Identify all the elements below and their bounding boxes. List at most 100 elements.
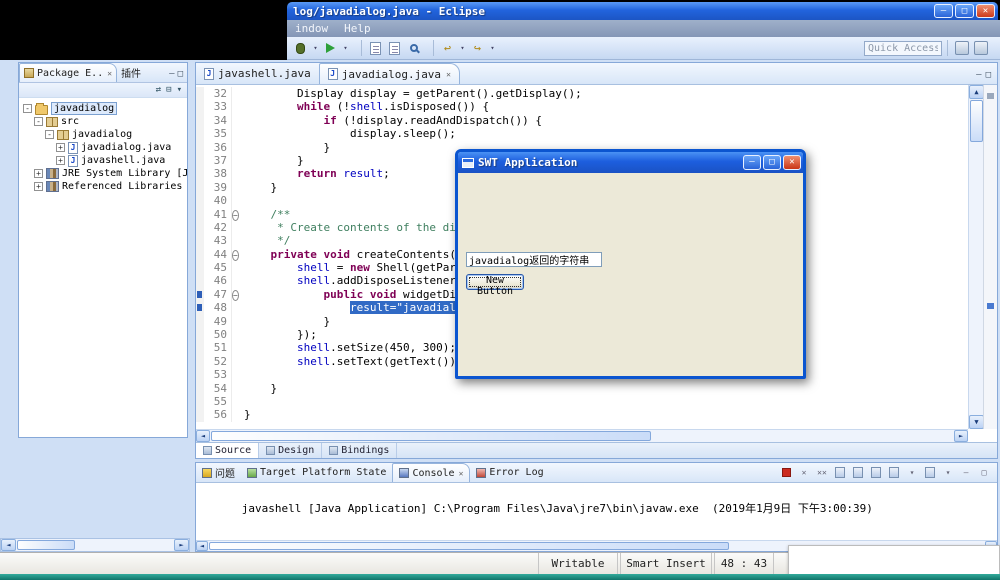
search-icon[interactable] xyxy=(405,40,422,57)
code-line-33[interactable]: 33 while (!shell.isDisposed()) { xyxy=(196,100,968,113)
swt-minimize-button[interactable]: — xyxy=(743,155,761,170)
scroll-left-icon[interactable]: ◄ xyxy=(1,539,16,551)
tab-source[interactable]: Source xyxy=(196,443,259,458)
window-maximize-button[interactable]: □ xyxy=(955,4,974,18)
scroll-right-icon[interactable]: ► xyxy=(174,539,189,551)
swt-maximize-button[interactable]: □ xyxy=(763,155,781,170)
code-line-35[interactable]: 35 display.sleep(); xyxy=(196,127,968,140)
overview-marker[interactable] xyxy=(987,303,994,309)
window-close-button[interactable]: ✕ xyxy=(976,4,995,18)
tab-error-log[interactable]: Error Log xyxy=(470,463,549,482)
open-console-icon[interactable] xyxy=(923,466,937,479)
remove-launch-icon[interactable]: ✕ xyxy=(797,466,811,479)
minimize-editor-icon[interactable]: — xyxy=(976,70,981,80)
swt-close-button[interactable]: ✕ xyxy=(783,155,801,170)
maximize-view-icon[interactable]: □ xyxy=(178,69,183,79)
close-icon[interactable]: ✕ xyxy=(107,69,112,78)
scrollbar-thumb[interactable] xyxy=(970,100,983,142)
scrollbar-thumb[interactable] xyxy=(17,540,75,550)
close-icon[interactable]: ✕ xyxy=(446,70,451,79)
tab-plugin[interactable]: 插件 xyxy=(117,63,145,82)
maximize-view-icon[interactable]: □ xyxy=(977,466,991,479)
clear-console-icon[interactable] xyxy=(833,466,847,479)
word-wrap-icon[interactable] xyxy=(869,466,883,479)
window-titlebar[interactable]: log/javadialog.java - Eclipse — □ ✕ xyxy=(287,2,998,20)
code-line-54[interactable]: 54 } xyxy=(196,382,968,395)
expand-toggle[interactable]: + xyxy=(56,143,65,152)
tree-item-javashell-java[interactable]: + javashell.java xyxy=(19,154,187,167)
code-line-32[interactable]: 32 Display display = getParent().getDisp… xyxy=(196,87,968,100)
tree-item-javadialog-java[interactable]: + javadialog.java xyxy=(19,141,187,154)
scrollbar-thumb[interactable] xyxy=(211,431,651,441)
window-minimize-button[interactable]: — xyxy=(934,4,953,18)
close-icon[interactable]: ✕ xyxy=(459,469,464,478)
scroll-left-icon[interactable]: ◄ xyxy=(196,541,208,551)
forward-icon[interactable]: ↪ xyxy=(469,40,486,57)
tree-item-javadialog-package[interactable]: - javadialog xyxy=(19,128,187,141)
tab-problems[interactable]: 问题 xyxy=(196,463,241,482)
maximize-editor-icon[interactable]: □ xyxy=(986,70,991,80)
back-icon[interactable]: ↩ xyxy=(439,40,456,57)
editor-horizontal-scrollbar[interactable]: ◄ ► xyxy=(196,429,968,442)
scroll-up-icon[interactable]: ▲ xyxy=(969,85,984,99)
minimize-view-icon[interactable]: — xyxy=(169,69,174,79)
new-button[interactable]: New Button xyxy=(466,274,524,290)
tab-console[interactable]: Console ✕ xyxy=(392,463,470,482)
expand-toggle[interactable]: - xyxy=(23,104,32,113)
scroll-right-icon[interactable]: ► xyxy=(954,430,968,442)
tree-item-src[interactable]: - src xyxy=(19,115,187,128)
open-perspective-icon[interactable] xyxy=(953,40,970,57)
expand-toggle[interactable]: + xyxy=(34,169,43,178)
tree-item-referenced-libraries[interactable]: + Referenced Libraries xyxy=(19,180,187,193)
tab-package-explorer[interactable]: Package E.. ✕ xyxy=(19,63,117,82)
minimize-view-icon[interactable]: — xyxy=(959,466,973,479)
swt-titlebar[interactable]: SWT Application — □ ✕ xyxy=(458,152,803,173)
debug-dropdown-icon[interactable]: ▾ xyxy=(311,40,320,57)
run-dropdown-icon[interactable]: ▾ xyxy=(341,40,350,57)
code-line-56[interactable]: 56} xyxy=(196,408,968,421)
terminate-icon[interactable] xyxy=(779,466,793,479)
debug-icon[interactable] xyxy=(292,40,309,57)
forward-dropdown-icon[interactable]: ▾ xyxy=(488,40,497,57)
new-class-icon[interactable] xyxy=(367,40,384,57)
menu-help[interactable]: Help xyxy=(344,22,371,35)
editor-tab-javadialog[interactable]: javadialog.java ✕ xyxy=(319,63,460,84)
back-dropdown-icon[interactable]: ▾ xyxy=(458,40,467,57)
menu-window[interactable]: indow xyxy=(295,22,328,35)
result-text-field[interactable] xyxy=(466,252,602,267)
expand-toggle[interactable]: + xyxy=(34,182,43,191)
expand-toggle[interactable]: + xyxy=(56,156,65,165)
tree-item-jre-system-library[interactable]: + JRE System Library [JavaSE-1. xyxy=(19,167,187,180)
display-selected-console-icon[interactable]: ▾ xyxy=(905,466,919,479)
link-with-editor-icon[interactable]: ⇄ xyxy=(156,85,161,95)
tab-bindings[interactable]: Bindings xyxy=(322,443,397,458)
scroll-left-icon[interactable]: ◄ xyxy=(196,430,210,442)
scrollbar-thumb[interactable] xyxy=(209,542,729,550)
code-line-34[interactable]: 34 if (!display.readAndDispatch()) { xyxy=(196,114,968,127)
console-output[interactable]: javashell [Java Application] C:\Program … xyxy=(196,483,997,540)
tab-design[interactable]: Design xyxy=(259,443,322,458)
pin-console-icon[interactable] xyxy=(887,466,901,479)
open-type-icon[interactable] xyxy=(386,40,403,57)
editor-vertical-scrollbar[interactable]: ▲ ▼ xyxy=(968,85,983,429)
view-menu-icon[interactable]: ▾ xyxy=(177,85,182,95)
collapse-all-icon[interactable]: ⊟ xyxy=(166,85,171,95)
overview-ruler[interactable] xyxy=(983,85,997,429)
run-icon[interactable] xyxy=(322,40,339,57)
console-menu-icon[interactable]: ▾ xyxy=(941,466,955,479)
java-perspective-icon[interactable] xyxy=(972,40,989,57)
swt-window-title: SWT Application xyxy=(478,156,739,169)
expand-toggle[interactable]: - xyxy=(34,117,43,126)
editor-tab-javashell[interactable]: javashell.java xyxy=(196,63,319,84)
swt-application-window[interactable]: SWT Application — □ ✕ New Button xyxy=(455,149,806,379)
scroll-lock-icon[interactable] xyxy=(851,466,865,479)
remove-all-launches-icon[interactable]: ✕✕ xyxy=(815,466,829,479)
tree-item-javadialog-project[interactable]: - javadialog xyxy=(19,102,187,115)
scroll-down-icon[interactable]: ▼ xyxy=(969,415,984,429)
code-line-55[interactable]: 55 xyxy=(196,395,968,408)
bottom-left-scrollbar[interactable]: ◄ ► xyxy=(0,538,190,552)
quick-access-input[interactable] xyxy=(864,41,942,56)
tab-target-platform-state[interactable]: Target Platform State xyxy=(241,463,392,482)
overview-marker[interactable] xyxy=(987,93,994,99)
expand-toggle[interactable]: - xyxy=(45,130,54,139)
